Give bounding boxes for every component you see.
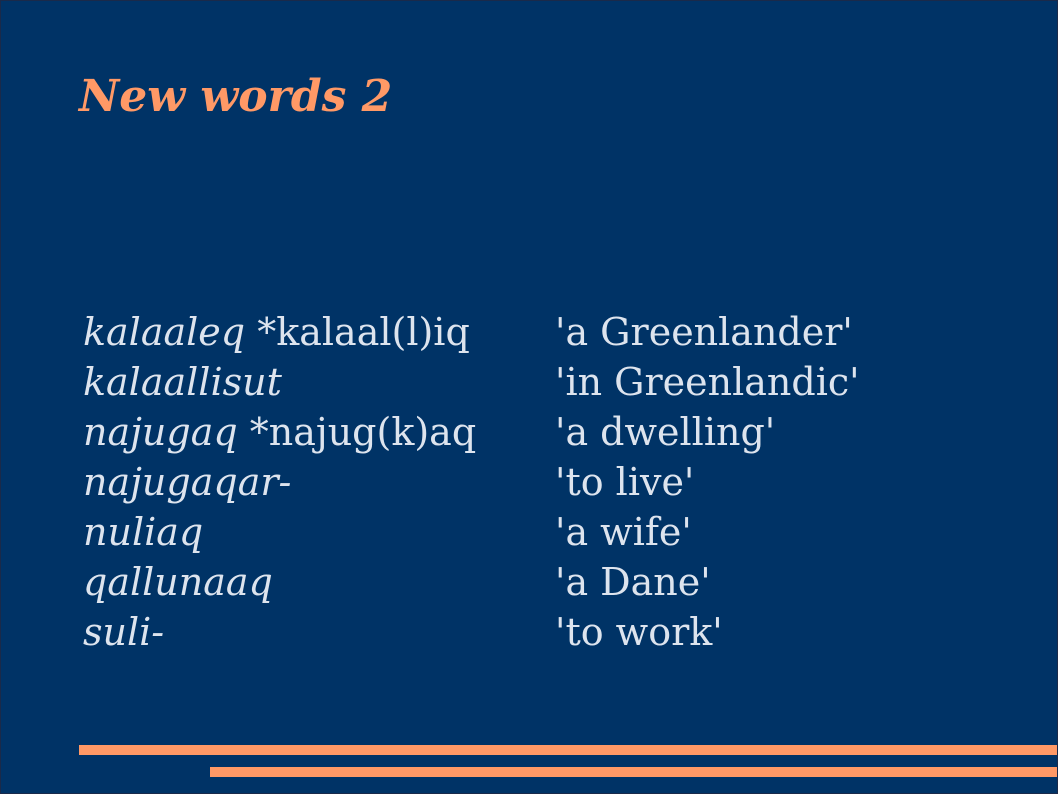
word-row: nuliaq 'a wife' <box>83 507 983 557</box>
greenlandic-word: kalaaleq <box>83 310 246 354</box>
term: kalaaleq *kalaal(l)iq <box>83 307 470 357</box>
greenlandic-word: najugaq <box>83 410 238 454</box>
proto-form: *najug(k)aq <box>237 410 477 454</box>
gloss: 'to work' <box>555 610 723 654</box>
gloss: 'a Dane' <box>555 560 711 604</box>
greenlandic-word: nuliaq <box>83 510 204 554</box>
gloss: 'a Greenlander' <box>555 310 853 354</box>
accent-bar-bottom <box>210 767 1057 777</box>
gloss: 'in Greenlandic' <box>555 360 860 404</box>
term: najugaqar- <box>83 457 291 507</box>
accent-bar-top <box>79 745 1057 755</box>
term: najugaq *najug(k)aq <box>83 407 476 457</box>
word-row: qallunaaq 'a Dane' <box>83 557 983 607</box>
word-row: najugaq *najug(k)aq 'a dwelling' <box>83 407 983 457</box>
term: kalaallisut <box>83 357 282 407</box>
gloss: 'a dwelling' <box>555 410 776 454</box>
gloss: 'to live' <box>555 460 695 504</box>
term: suli- <box>83 607 164 657</box>
greenlandic-word: qallunaaq <box>83 560 273 604</box>
slide-title: New words 2 <box>79 71 393 122</box>
gloss: 'a wife' <box>555 510 692 554</box>
word-row: kalaaleq *kalaal(l)iq 'a Greenlander' <box>83 307 983 357</box>
proto-form: *kalaal(l)iq <box>245 310 470 354</box>
greenlandic-word: najugaqar- <box>83 460 292 504</box>
word-list: kalaaleq *kalaal(l)iq 'a Greenlander' ka… <box>83 307 983 657</box>
word-row: suli- 'to work' <box>83 607 983 657</box>
term: qallunaaq <box>83 557 273 607</box>
term: nuliaq <box>83 507 203 557</box>
slide: New words 2 kalaaleq *kalaal(l)iq 'a Gre… <box>0 0 1058 794</box>
greenlandic-word: suli- <box>83 610 165 654</box>
word-row: najugaqar- 'to live' <box>83 457 983 507</box>
word-row: kalaallisut 'in Greenlandic' <box>83 357 983 407</box>
greenlandic-word: kalaallisut <box>83 360 282 404</box>
